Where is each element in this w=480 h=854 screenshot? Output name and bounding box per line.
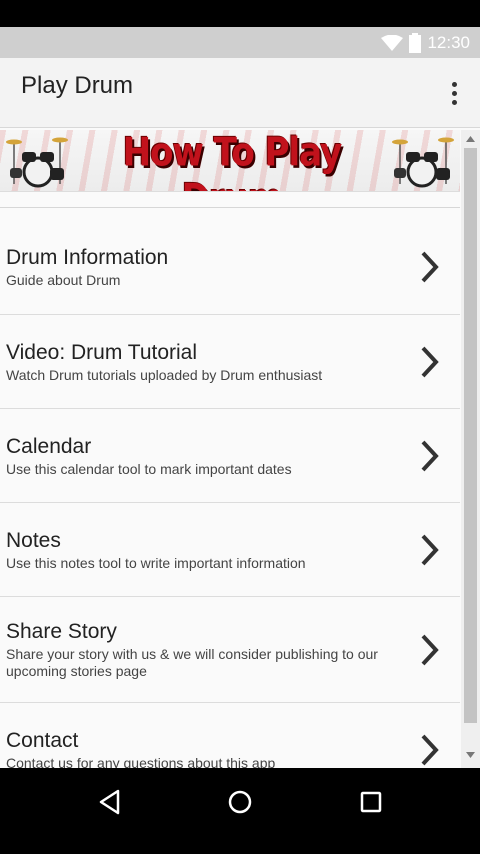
banner: How To Play Drum (0, 130, 460, 192)
list-item-contact[interactable]: Contact Contact us for any questions abo… (0, 703, 460, 768)
divider (0, 194, 460, 208)
screen: 12:30 Play Drum How To Play Drum Informa… (0, 0, 480, 854)
list-item-drum-information[interactable]: Drum Information Guide about Drum (0, 220, 460, 315)
item-description: Share your story with us & we will consi… (6, 646, 378, 679)
back-icon[interactable] (80, 782, 140, 822)
scroll-up-icon[interactable] (461, 132, 480, 146)
item-title: Contact (6, 728, 79, 752)
main-content[interactable]: How To Play Drum Drum Information Guide … (0, 128, 460, 768)
item-description: Use this calendar tool to mark important… (6, 460, 292, 477)
app-title: Play Drum (21, 72, 134, 99)
status-bar: 12:30 (0, 27, 480, 58)
item-description: Watch Drum tutorials uploaded by Drum en… (6, 366, 323, 383)
chevron-right-icon (421, 534, 439, 565)
list-item-calendar[interactable]: Calendar Use this calendar tool to mark … (0, 409, 460, 503)
item-title: Video: Drum Tutorial (6, 340, 198, 364)
navigation-bar (0, 768, 480, 854)
wifi-icon (381, 34, 404, 51)
drum-kit-icon (6, 137, 68, 188)
chevron-right-icon (421, 734, 439, 765)
chevron-right-icon (421, 634, 439, 665)
list-item-notes[interactable]: Notes Use this notes tool to write impor… (0, 503, 460, 597)
chevron-right-icon (421, 440, 439, 471)
item-description: Guide about Drum (6, 272, 121, 288)
item-description: Use this notes tool to write important i… (6, 554, 306, 571)
scroll-down-icon[interactable] (461, 748, 480, 762)
battery-icon (409, 32, 422, 53)
item-title: Drum Information (6, 246, 169, 269)
home-icon[interactable] (210, 782, 270, 822)
scroll-thumb[interactable] (464, 148, 477, 723)
recents-icon[interactable] (341, 782, 401, 822)
more-vert-icon[interactable] (442, 78, 466, 108)
item-title: Calendar (6, 434, 92, 458)
app-bar: Play Drum (0, 58, 480, 128)
drum-kit-icon (392, 137, 454, 188)
item-title: Share Story (6, 620, 117, 643)
item-title: Notes (6, 528, 61, 552)
scrollbar[interactable] (461, 130, 480, 768)
chevron-right-icon (421, 251, 439, 283)
top-black-area (0, 0, 480, 27)
list-item-share-story[interactable]: Share Story Share your story with us & w… (0, 597, 460, 703)
chevron-right-icon (421, 346, 439, 377)
list-item-video-tutorial[interactable]: Video: Drum Tutorial Watch Drum tutorial… (0, 315, 460, 409)
banner-title: How To Play Drum (122, 130, 343, 191)
status-time: 12:30 (427, 32, 470, 52)
item-description: Contact us for any questions about this … (6, 754, 276, 769)
menu-list: Drum Information Guide about Drum Video:… (0, 220, 460, 768)
